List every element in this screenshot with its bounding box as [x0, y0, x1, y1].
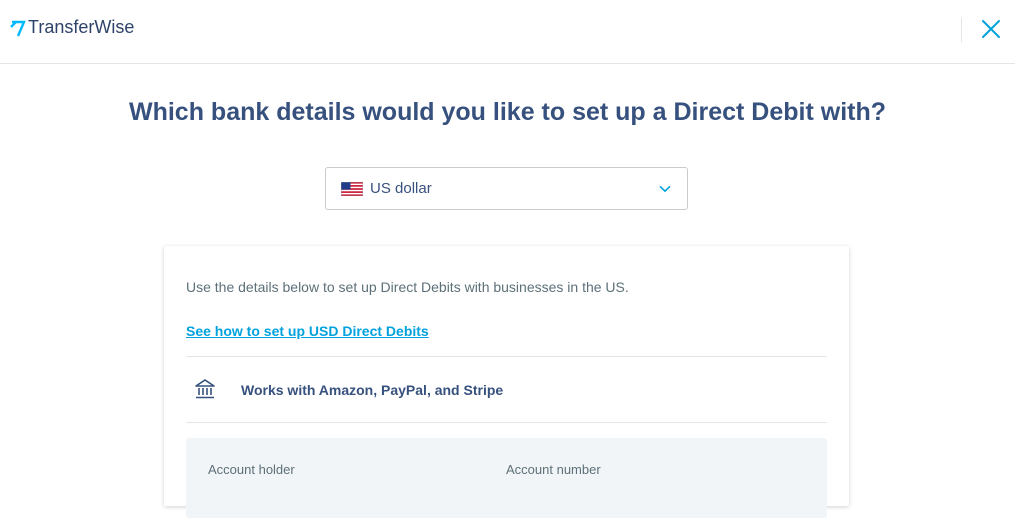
card-divider — [186, 422, 827, 423]
transferwise-flag-icon — [10, 20, 26, 36]
bank-details-card: Use the details below to set up Direct D… — [164, 246, 849, 518]
currency-select-value: US dollar — [370, 180, 432, 197]
account-details-box: Account holder Account number — [186, 438, 827, 518]
account-number-label: Account number — [506, 462, 601, 477]
us-flag-icon — [341, 182, 363, 196]
brand-logo[interactable]: TransferWise — [10, 17, 134, 38]
close-icon[interactable] — [980, 18, 1002, 40]
top-bar: TransferWise — [0, 0, 1015, 64]
brand-name: TransferWise — [28, 17, 135, 37]
help-link[interactable]: See how to set up USD Direct Debits — [186, 323, 429, 339]
account-holder-label: Account holder — [208, 462, 295, 477]
currency-select[interactable]: US dollar — [325, 167, 688, 210]
bank-icon — [195, 379, 215, 399]
chevron-down-icon — [659, 186, 671, 192]
header-divider — [961, 18, 962, 42]
card-intro-text: Use the details below to set up Direct D… — [186, 279, 629, 295]
works-with-text: Works with Amazon, PayPal, and Stripe — [241, 382, 504, 398]
card-divider — [186, 356, 827, 357]
page-title: Which bank details would you like to set… — [128, 98, 887, 126]
